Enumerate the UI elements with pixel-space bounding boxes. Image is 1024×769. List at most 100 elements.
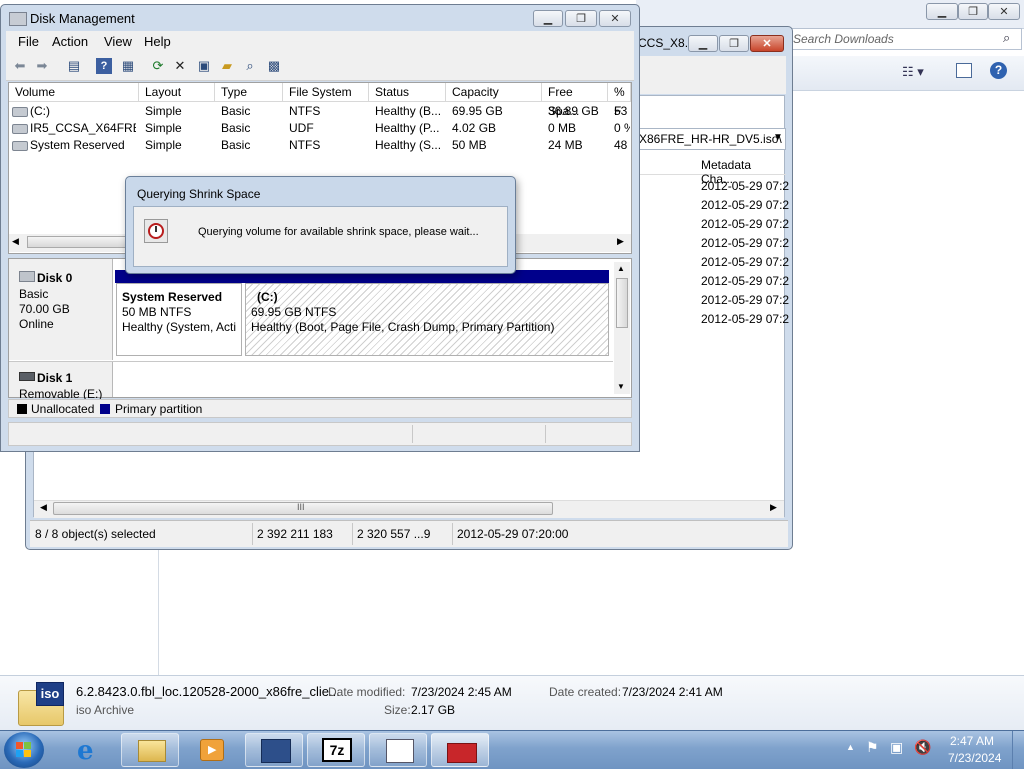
column-header-type[interactable]: Type xyxy=(215,83,283,101)
table-row[interactable]: System Reserved Simple Basic NTFS Healthy (S… xyxy=(9,137,631,154)
explorer-maximize-button[interactable]: ❐ xyxy=(958,3,988,20)
view-options-icon[interactable]: ☷ ▾ xyxy=(902,64,924,80)
network-icon[interactable]: ▣ xyxy=(890,739,903,756)
column-header-free-space[interactable]: Free Spa... xyxy=(542,83,608,118)
search-input[interactable]: Search Downloads ⌕ xyxy=(790,28,1022,50)
sevenzip-minimize-button[interactable]: ▁ xyxy=(688,35,718,52)
properties-icon[interactable]: ▣ xyxy=(196,58,212,74)
cell-pct: 53 xyxy=(614,104,628,118)
modified-value: 7/23/2024 2:45 AM xyxy=(411,685,512,699)
column-header-capacity[interactable]: Capacity xyxy=(446,83,542,101)
partition-c[interactable]: (C:) 69.95 GB NTFS Healthy (Boot, Page F… xyxy=(245,283,609,356)
column-header-percent-free[interactable]: % F xyxy=(608,83,631,118)
scroll-right-arrow-icon[interactable]: ▶ xyxy=(770,502,777,513)
disk1-label-panel[interactable]: Disk 1 Removable (E:) xyxy=(9,362,113,401)
help-book-icon[interactable]: ? xyxy=(96,58,112,74)
minimize-button[interactable]: ▁ xyxy=(533,10,563,27)
column-header-status[interactable]: Status xyxy=(369,83,446,101)
column-header-volume[interactable]: Volume xyxy=(9,83,139,101)
scroll-left-arrow-icon[interactable]: ◀ xyxy=(12,236,19,247)
volume-icon xyxy=(12,107,28,117)
sevenzip-maximize-button[interactable]: ❐ xyxy=(719,35,749,52)
sevenzip-toolbar xyxy=(636,56,786,94)
scrollbar-thumb[interactable]: III xyxy=(53,502,553,515)
partition-system-reserved[interactable]: System Reserved 50 MB NTFS Healthy (Syst… xyxy=(116,283,242,356)
explorer-close-button[interactable]: ✕ xyxy=(988,3,1020,20)
open-folder-icon[interactable]: ▰ xyxy=(219,58,235,74)
clock-date[interactable]: 7/23/2024 xyxy=(948,751,1001,765)
scroll-up-arrow-icon[interactable]: ▲ xyxy=(617,264,625,273)
column-header-layout[interactable]: Layout xyxy=(139,83,215,101)
menu-help[interactable]: Help xyxy=(144,34,171,49)
cell-type: Basic xyxy=(221,121,251,135)
show-hidden-icons-icon[interactable]: ▲ xyxy=(846,742,855,752)
details-pane: iso 6.2.8423.0.fbl_loc.120528-2000_x86fr… xyxy=(0,675,1024,731)
windows-explorer-taskbar-button[interactable] xyxy=(121,733,179,767)
start-button[interactable] xyxy=(4,732,44,768)
help-icon[interactable]: ? xyxy=(990,62,1007,79)
cell-volume: (C:) xyxy=(30,104,50,118)
size-label: Size: xyxy=(384,703,411,717)
legend-primary: Primary partition xyxy=(115,402,203,416)
show-hide-console-tree-icon[interactable]: ▤ xyxy=(66,58,82,74)
clock-time[interactable]: 2:47 AM xyxy=(950,734,994,748)
media-player-icon[interactable]: ▶ xyxy=(183,733,241,767)
forward-icon[interactable]: ➡ xyxy=(34,58,50,74)
view-properties-icon[interactable]: ▩ xyxy=(266,58,282,74)
menu-bar: File Action View Help xyxy=(6,31,634,52)
disk-management-taskbar-button[interactable] xyxy=(245,733,303,767)
partition-sr-status: Healthy (System, Acti xyxy=(122,320,237,334)
delete-icon[interactable]: ✕ xyxy=(172,58,188,74)
menu-action[interactable]: Action xyxy=(52,34,88,49)
cell-layout: Simple xyxy=(145,121,182,135)
volume-muted-icon[interactable]: 🔇 xyxy=(914,739,931,756)
partition-c-name: (C:) xyxy=(257,290,278,304)
toolbar: ⬅ ➡ ▤ ? ▦ ⟳ ✕ ▣ ▰ ⌕ ▩ xyxy=(6,52,634,81)
metadata-cell: 2012-05-29 07:2 xyxy=(701,255,790,269)
properties-pane-icon[interactable]: ▦ xyxy=(120,58,136,74)
disk0-type: Basic xyxy=(19,287,49,301)
menu-file[interactable]: File xyxy=(18,34,39,49)
list-icon xyxy=(386,739,414,763)
scroll-left-arrow-icon[interactable]: ◀ xyxy=(40,502,47,513)
sevenzip-taskbar-button[interactable]: 7z xyxy=(307,733,365,767)
scrollbar-thumb[interactable] xyxy=(616,278,628,328)
close-button[interactable]: ✕ xyxy=(599,10,631,27)
table-row[interactable]: (C:) Simple Basic NTFS Healthy (B... 69.95 GB… xyxy=(9,103,631,120)
preview-pane-icon[interactable] xyxy=(956,63,972,78)
status-date: 2012-05-29 07:20:00 xyxy=(457,527,569,541)
column-header-file-system[interactable]: File System xyxy=(283,83,369,101)
scroll-down-arrow-icon[interactable]: ▼ xyxy=(617,382,625,391)
disk0-label-panel[interactable]: Disk 0 Basic 70.00 GB Online xyxy=(9,259,113,360)
internet-explorer-icon[interactable]: e xyxy=(60,733,118,767)
notepad-taskbar-button[interactable] xyxy=(369,733,427,767)
scroll-right-arrow-icon[interactable]: ▶ xyxy=(617,236,624,247)
refresh-icon[interactable]: ⟳ xyxy=(150,58,166,74)
partition-c-size: 69.95 GB NTFS xyxy=(251,305,337,319)
graph-vertical-scrollbar[interactable]: ▲ ▼ xyxy=(614,262,630,394)
toolbox-taskbar-button[interactable] xyxy=(431,733,489,767)
cell-type: Basic xyxy=(221,138,251,152)
scrollbar-thumb[interactable] xyxy=(27,236,137,248)
maximize-button[interactable]: ❐ xyxy=(565,10,597,27)
cell-fs: NTFS xyxy=(289,104,321,118)
volume-icon xyxy=(12,141,28,151)
disk0-size: 70.00 GB xyxy=(19,302,70,316)
unallocated-swatch xyxy=(17,404,27,414)
partition-sr-size: 50 MB NTFS xyxy=(122,305,192,319)
explorer-minimize-button[interactable]: ▁ xyxy=(926,3,958,20)
back-icon[interactable]: ⬅ xyxy=(12,58,28,74)
table-row[interactable]: IR5_CCSA_X64FRE... Simple Basic UDF Healthy … xyxy=(9,120,631,137)
search-icon[interactable]: ⌕ xyxy=(1003,30,1010,46)
search-disk-icon[interactable]: ⌕ xyxy=(242,58,258,74)
show-desktop-button[interactable] xyxy=(1012,731,1024,769)
action-center-flag-icon[interactable]: ⚑ xyxy=(866,739,879,756)
explorer-toolbar: ☷ ▾ ? xyxy=(790,56,1024,91)
metadata-cell: 2012-05-29 07:2 xyxy=(701,274,790,288)
sevenzip-close-button[interactable]: ✕ xyxy=(750,35,784,52)
sevenzip-address-bar[interactable]: X86FRE_HR-HR_DV5.iso\ ▼ xyxy=(636,128,786,150)
menu-view[interactable]: View xyxy=(104,34,132,49)
iso-file-icon: iso xyxy=(18,682,64,726)
sevenzip-status-bar: 8 / 8 object(s) selected 2 392 211 183 2… xyxy=(30,520,788,547)
chevron-down-icon[interactable]: ▼ xyxy=(773,132,783,143)
